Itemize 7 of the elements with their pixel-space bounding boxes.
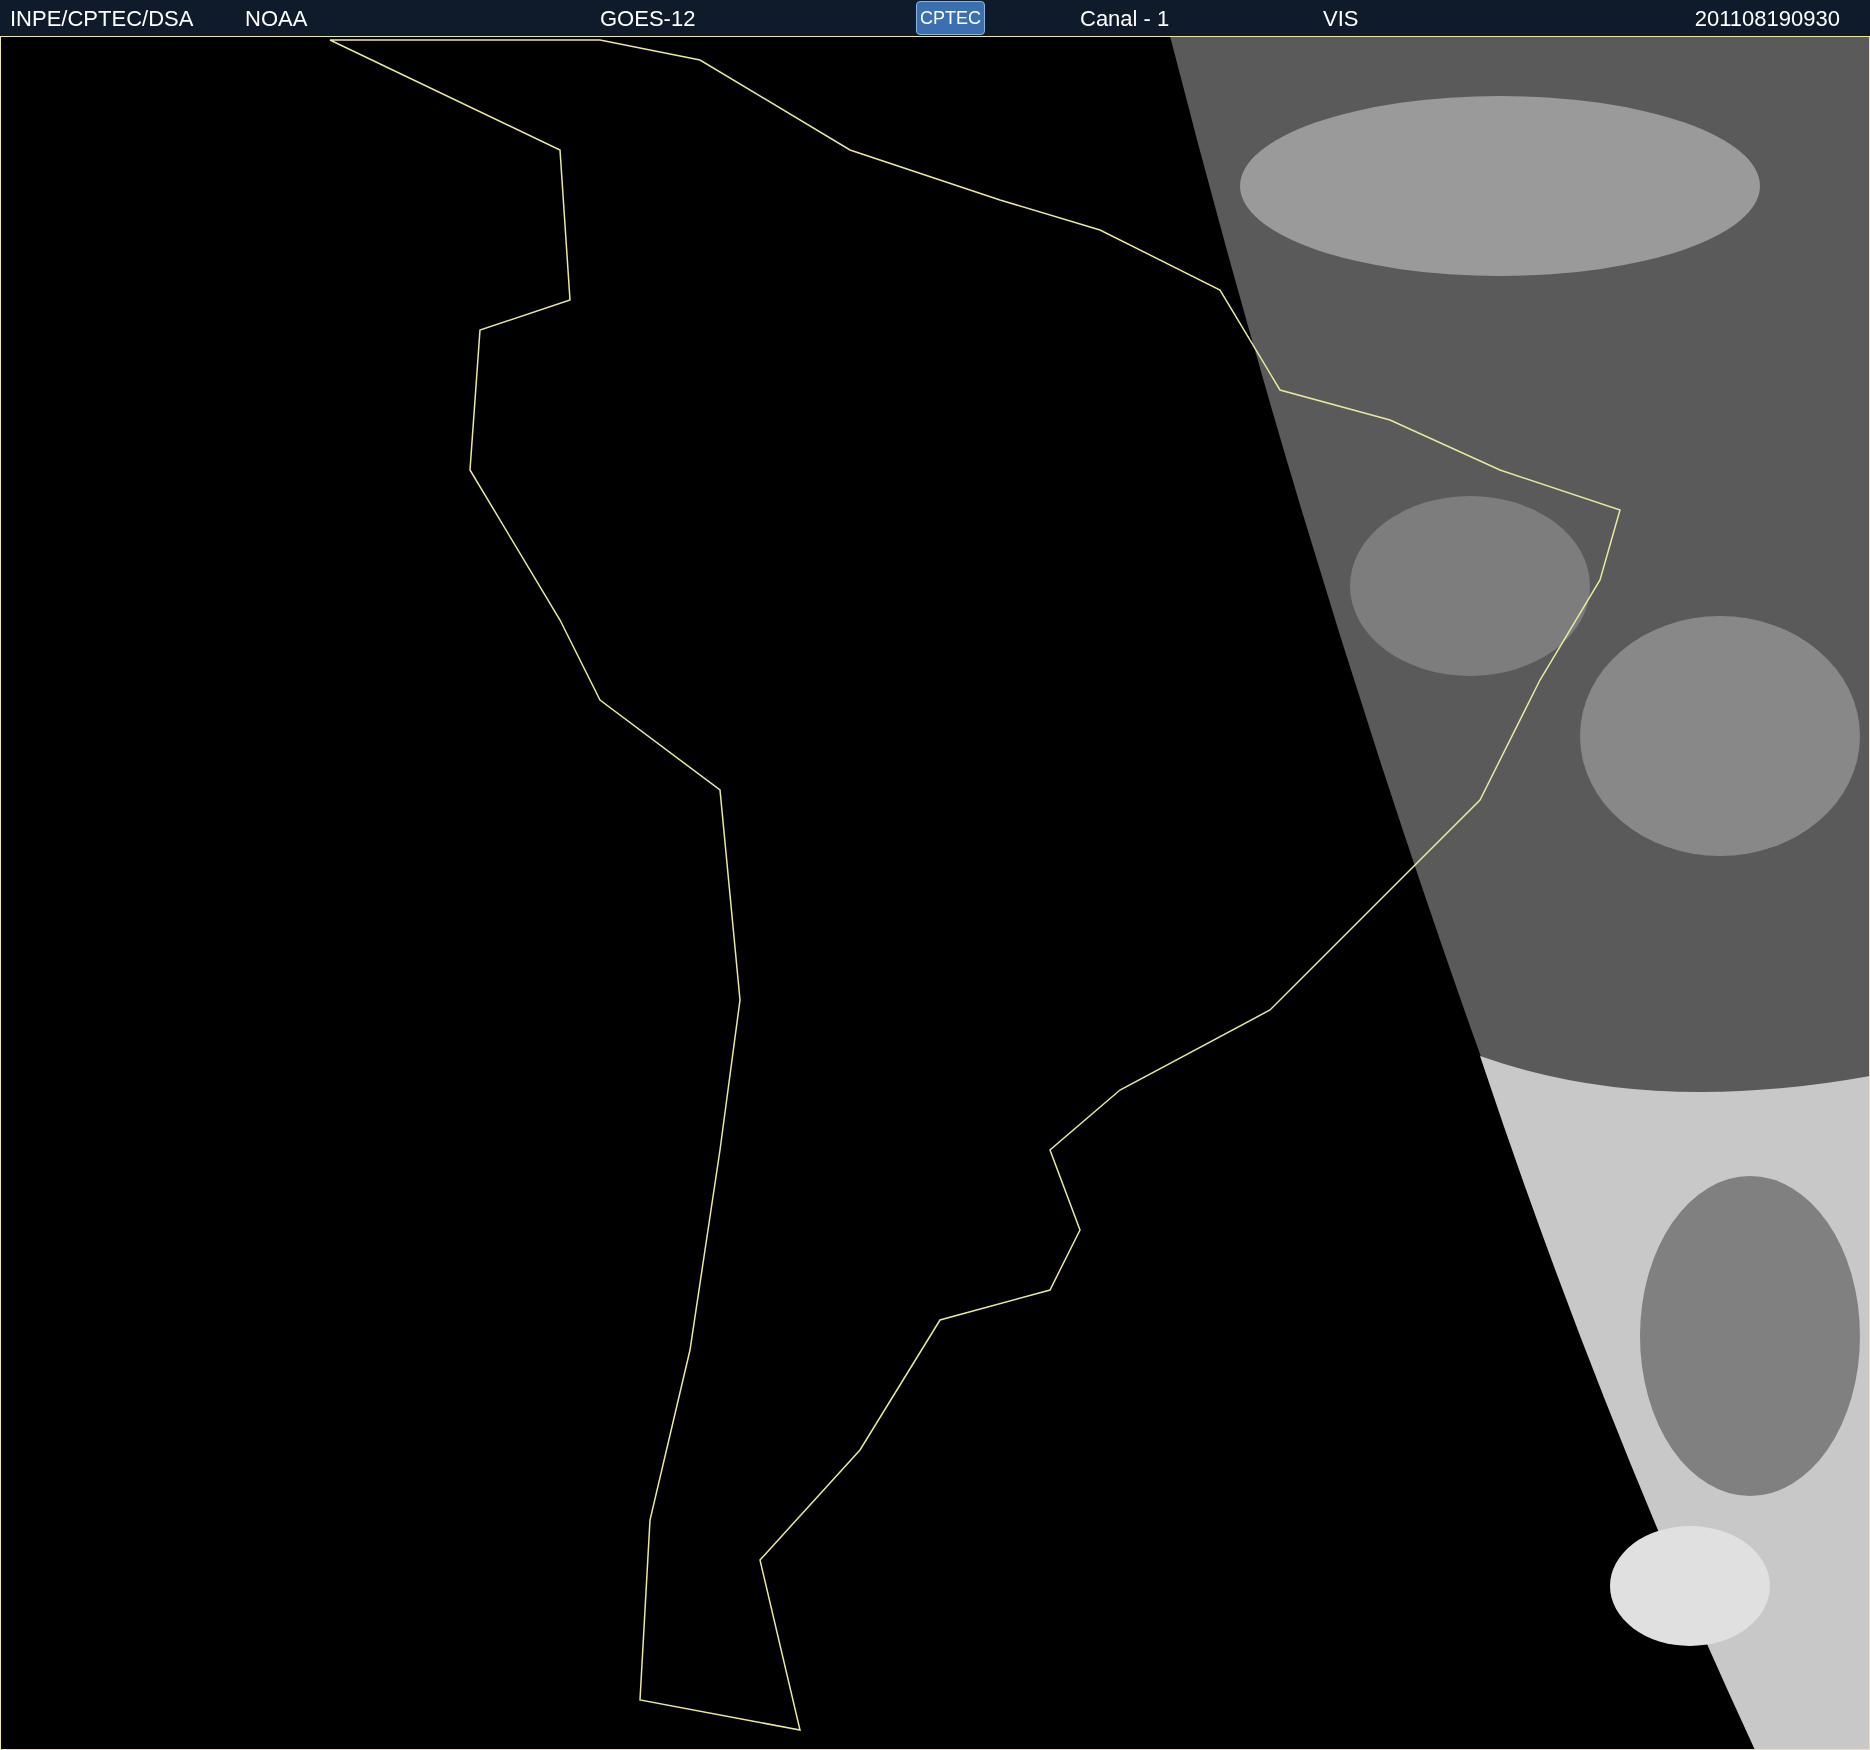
header-label: NOAA (245, 4, 308, 33)
logo: CPTEC (916, 1, 985, 35)
header-label: INPE/CPTEC/DSA (10, 4, 194, 33)
header-label: VIS (1323, 4, 1359, 33)
header-label: 201108190930 (1694, 4, 1840, 33)
header-label: Canal - 1 (1080, 4, 1170, 33)
header-label: GOES-12 (600, 4, 696, 33)
